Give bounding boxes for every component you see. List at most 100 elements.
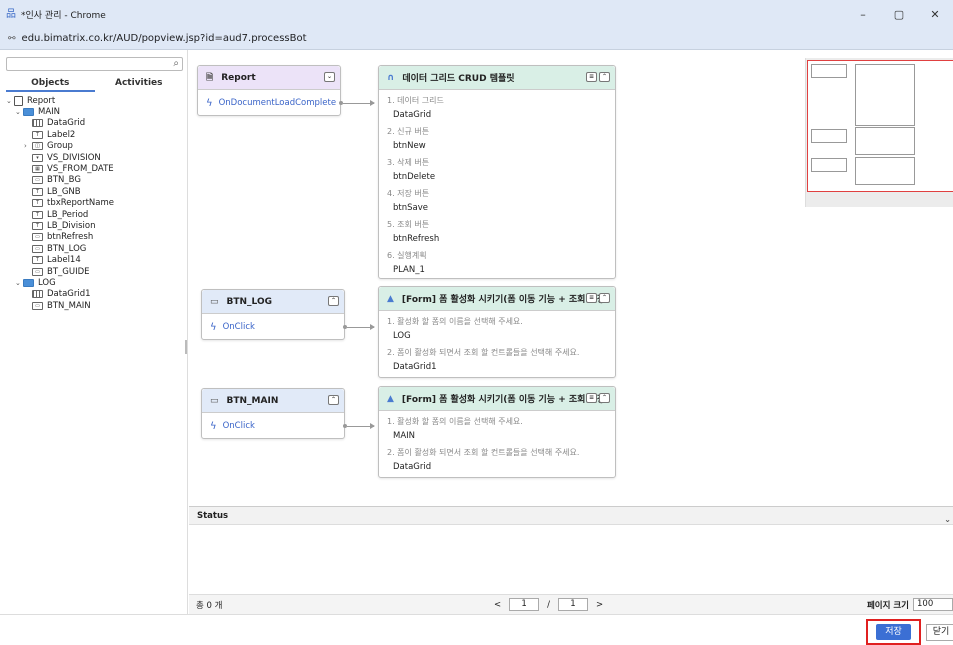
maximize-button[interactable]: ▢ [881, 0, 917, 28]
collapse-toggle-icon[interactable]: ⌃ [599, 293, 610, 303]
lightning-icon: ϟ [210, 420, 217, 432]
tab-activities[interactable]: Activities [95, 75, 184, 92]
button-icon: ▭ [32, 267, 43, 276]
tree-item[interactable]: T LB_Period [6, 209, 186, 220]
window-titlebar: 品 *인사 관리 - Chrome – ▢ ✕ [0, 0, 953, 28]
object-card-header[interactable]: 🗎 Report ⌄ [198, 66, 340, 90]
collapse-toggle-icon[interactable]: ⌃ [599, 72, 610, 82]
folder-icon [23, 278, 34, 287]
label-icon: T [32, 210, 43, 219]
action-card[interactable]: ∩ 데이터 그리드 CRUD 템플릿 ≡ ⌃ 1. 데이터 그리드 DataGrid 2. … [378, 65, 616, 279]
button-icon: ▭ [32, 176, 43, 185]
param-value[interactable]: btnSave [387, 201, 607, 218]
minimize-button[interactable]: – [845, 0, 881, 28]
expand-arrow-icon[interactable]: › [24, 142, 32, 150]
menu-icon[interactable]: ≡ [586, 293, 597, 303]
tree-item[interactable]: ▭ btnRefresh [6, 232, 186, 243]
tree-item[interactable]: T Label14 [6, 254, 186, 265]
param-value[interactable]: btnRefresh [387, 232, 607, 249]
collapse-toggle-icon[interactable]: ⌃ [328, 296, 339, 306]
minimap[interactable] [805, 58, 953, 207]
tree-item[interactable]: T Label2 [6, 129, 186, 140]
param-value[interactable]: btnDelete [387, 170, 607, 187]
minimap-viewport[interactable] [807, 60, 953, 192]
status-header[interactable]: Status ⌄ [189, 507, 953, 525]
lightning-icon: ϟ [210, 321, 217, 333]
tree-item[interactable]: T LB_GNB [6, 186, 186, 197]
close-window-button[interactable]: ✕ [917, 0, 953, 28]
prev-page-button[interactable]: < [494, 600, 501, 610]
expand-arrow-icon[interactable]: ⌄ [6, 97, 14, 105]
action-params: 1. 활성화 할 폼의 이름을 선택해 주세요. MAIN 2. 폼이 활성화 되면… [379, 411, 615, 481]
param-value[interactable]: LOG [387, 329, 607, 346]
tree-item[interactable]: DataGrid1 [6, 289, 186, 300]
collapse-toggle-icon[interactable]: ⌃ [599, 393, 610, 403]
page-navigation: < 1 / 1 > [494, 598, 603, 611]
tree-item[interactable]: ▭ BT_GUIDE [6, 266, 186, 277]
tree-item[interactable]: › ◫ Group [6, 141, 186, 152]
tree-item[interactable]: TtbxReportName [6, 198, 186, 209]
tree-item[interactable]: ▭ BTN_MAIN [6, 300, 186, 311]
param-value[interactable]: MAIN [387, 429, 607, 446]
tree-item[interactable]: ▾ VS_DIVISION [6, 152, 186, 163]
page-size-input[interactable]: 100 [913, 598, 953, 611]
menu-icon[interactable]: ≡ [586, 393, 597, 403]
tree-item[interactable]: ▦ VS_FROM_DATE [6, 163, 186, 174]
form-icon: ▲ [387, 293, 394, 304]
tree-item[interactable]: T LB_Division [6, 220, 186, 231]
collapse-toggle-icon[interactable]: ⌃ [328, 395, 339, 405]
event-item[interactable]: ϟ OnClick [202, 314, 344, 340]
object-card[interactable]: ▭ BTN_MAIN ⌃ ϟ OnClick [201, 388, 345, 439]
expand-arrow-icon[interactable]: ⌄ [15, 108, 23, 116]
tree-item[interactable]: DataGrid [6, 118, 186, 129]
tree-item[interactable]: ▭ BTN_LOG [6, 243, 186, 254]
expand-arrow-icon[interactable]: ⌄ [15, 279, 23, 287]
collapse-toggle-icon[interactable]: ⌄ [324, 72, 335, 82]
action-card-header[interactable]: ▲ [Form] 폼 활성화 시키기(폼 이동 기능 + 조회 설정) ≡ ⌃ [379, 287, 615, 311]
event-item[interactable]: ϟ OnDocumentLoadComplete [198, 90, 340, 116]
total-pages: 1 [558, 598, 588, 611]
next-page-button[interactable]: > [596, 600, 603, 610]
event-name: OnDocumentLoadComplete [218, 98, 337, 108]
event-item[interactable]: ϟ OnClick [202, 413, 344, 439]
site-info-icon[interactable]: ⚯ [8, 34, 16, 44]
tree-item-label: BT_GUIDE [47, 266, 90, 277]
label-icon: T [32, 187, 43, 196]
object-card[interactable]: 🗎 Report ⌄ ϟ OnDocumentLoadComplete [197, 65, 341, 116]
folder-icon [23, 108, 34, 117]
chevron-down-icon[interactable]: ⌄ [944, 511, 951, 529]
object-tree-panel: ⌕ Objects Activities ⌄ Report ⌄ MAIN DataGri… [0, 50, 188, 644]
param-value[interactable]: DataGrid [387, 108, 607, 125]
tree-item[interactable]: ⌄ MAIN [6, 106, 186, 117]
param-label: 3. 삭제 버튼 [387, 158, 430, 167]
param-value[interactable]: PLAN_1 [387, 263, 607, 280]
panel-splitter-handle[interactable] [185, 340, 187, 354]
button-icon: ▭ [32, 233, 43, 242]
param-value[interactable]: btnNew [387, 139, 607, 156]
object-card-header[interactable]: ▭ BTN_MAIN ⌃ [202, 389, 344, 413]
param-value[interactable]: DataGrid1 [387, 360, 607, 377]
param-label: 4. 저장 버튼 [387, 189, 430, 198]
tree-item[interactable]: ⌄ Report [6, 95, 186, 106]
object-card[interactable]: ▭ BTN_LOG ⌃ ϟ OnClick [201, 289, 345, 340]
close-button[interactable]: 닫기 [926, 624, 953, 641]
action-card[interactable]: ▲ [Form] 폼 활성화 시키기(폼 이동 기능 + 조회 설정) ≡ ⌃ 1. 활… [378, 286, 616, 378]
action-card-header[interactable]: ∩ 데이터 그리드 CRUD 템플릿 ≡ ⌃ [379, 66, 615, 90]
tab-objects[interactable]: Objects [6, 75, 95, 92]
search-input[interactable]: ⌕ [6, 57, 183, 71]
save-button[interactable]: 저장 [876, 624, 911, 640]
report-icon [14, 95, 23, 106]
action-card-header[interactable]: ▲ [Form] 폼 활성화 시키기(폼 이동 기능 + 조회 설정) ≡ ⌃ [379, 387, 615, 411]
param-value[interactable]: DataGrid [387, 460, 607, 477]
tree-item[interactable]: ▭ BTN_BG [6, 175, 186, 186]
search-icon[interactable]: ⌕ [173, 58, 179, 69]
object-card-header[interactable]: ▭ BTN_LOG ⌃ [202, 290, 344, 314]
button-icon: ▭ [32, 244, 43, 253]
menu-icon[interactable]: ≡ [586, 72, 597, 82]
tree-item-label: LB_Division [47, 220, 96, 231]
action-card[interactable]: ▲ [Form] 폼 활성화 시키기(폼 이동 기능 + 조회 설정) ≡ ⌃ 1. 활… [378, 386, 616, 478]
current-page-input[interactable]: 1 [509, 598, 540, 611]
button-icon: ▭ [210, 296, 219, 307]
tree-item[interactable]: ⌄ LOG [6, 277, 186, 288]
address-bar[interactable]: ⚯ edu.bimatrix.co.kr/AUD/popview.jsp?id=… [0, 28, 953, 50]
